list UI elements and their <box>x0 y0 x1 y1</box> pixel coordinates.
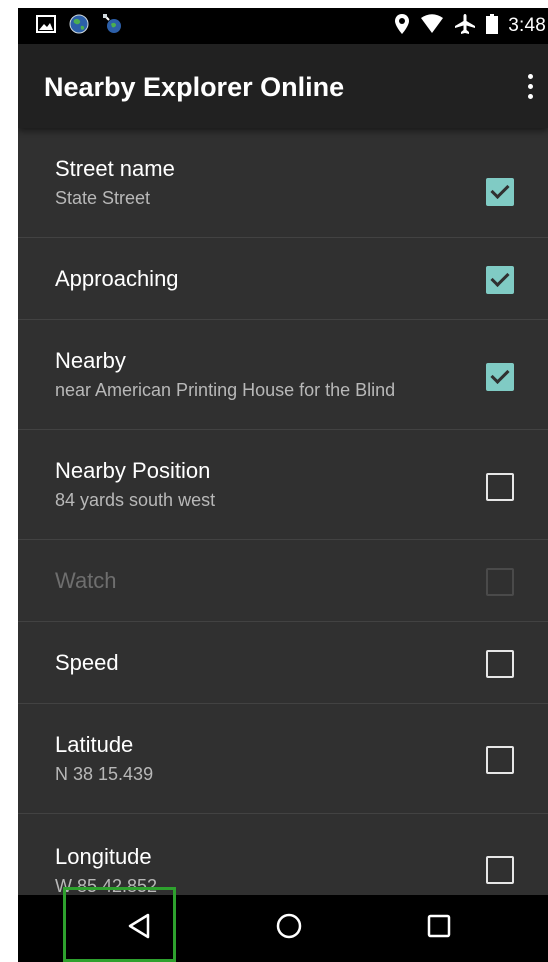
checkbox-longitude[interactable] <box>486 856 514 884</box>
setting-nearby[interactable]: Nearby near American Printing House for … <box>18 320 548 430</box>
checkbox-approaching[interactable] <box>486 266 514 294</box>
status-time: 3:48 <box>508 15 546 36</box>
setting-approaching[interactable]: Approaching <box>18 238 548 320</box>
app-title: Nearby Explorer Online <box>44 72 345 102</box>
setting-title: Watch <box>55 567 117 593</box>
checkbox-street-name[interactable] <box>486 178 514 206</box>
navigation-bar <box>18 895 548 962</box>
app-bar: Nearby Explorer Online <box>18 44 548 128</box>
checkbox-nearby-position[interactable] <box>486 473 514 501</box>
setting-watch: Watch <box>18 540 548 622</box>
setting-subtitle: near American Printing House for the Bli… <box>55 380 396 400</box>
home-button[interactable] <box>234 895 344 962</box>
home-icon <box>275 912 303 945</box>
setting-title: Approaching <box>55 265 179 291</box>
settings-list[interactable]: Street name State Street Approaching Nea… <box>18 128 548 895</box>
checkbox-speed[interactable] <box>486 650 514 678</box>
setting-longitude[interactable]: Longitude W 85 42.852 <box>18 814 548 895</box>
setting-title: Street name <box>55 156 175 181</box>
wifi-icon <box>420 13 444 39</box>
setting-speed[interactable]: Speed <box>18 622 548 704</box>
setting-title: Speed <box>55 649 119 675</box>
setting-latitude[interactable]: Latitude N 38 15.439 <box>18 704 548 814</box>
setting-subtitle: W 85 42.852 <box>55 876 158 895</box>
setting-title: Nearby Position <box>55 458 211 483</box>
battery-icon <box>486 13 499 39</box>
checkbox-latitude[interactable] <box>486 746 514 774</box>
setting-subtitle: N 38 15.439 <box>55 764 154 784</box>
status-bar: 3:48 <box>18 8 548 44</box>
setting-title: Nearby <box>55 348 126 373</box>
back-icon <box>126 912 152 945</box>
setting-title: Longitude <box>55 844 152 869</box>
setting-street-name[interactable]: Street name State Street <box>18 128 548 238</box>
back-button[interactable] <box>84 895 194 962</box>
globe-icon <box>68 13 90 40</box>
recents-icon <box>426 913 452 944</box>
checkbox-watch <box>486 568 514 596</box>
location-icon <box>394 13 410 40</box>
setting-subtitle: State Street <box>55 188 151 208</box>
recents-button[interactable] <box>384 895 494 962</box>
overflow-menu-icon[interactable] <box>522 68 538 104</box>
checkbox-nearby[interactable] <box>486 363 514 391</box>
gallery-icon <box>36 14 56 38</box>
setting-subtitle: 84 yards south west <box>55 490 216 510</box>
device-screen: 3:48 Nearby Explorer Online Street name … <box>18 8 548 962</box>
satellite-icon <box>102 13 124 40</box>
setting-nearby-position[interactable]: Nearby Position 84 yards south west <box>18 430 548 540</box>
airplane-icon <box>454 13 476 40</box>
setting-title: Latitude <box>55 732 134 757</box>
